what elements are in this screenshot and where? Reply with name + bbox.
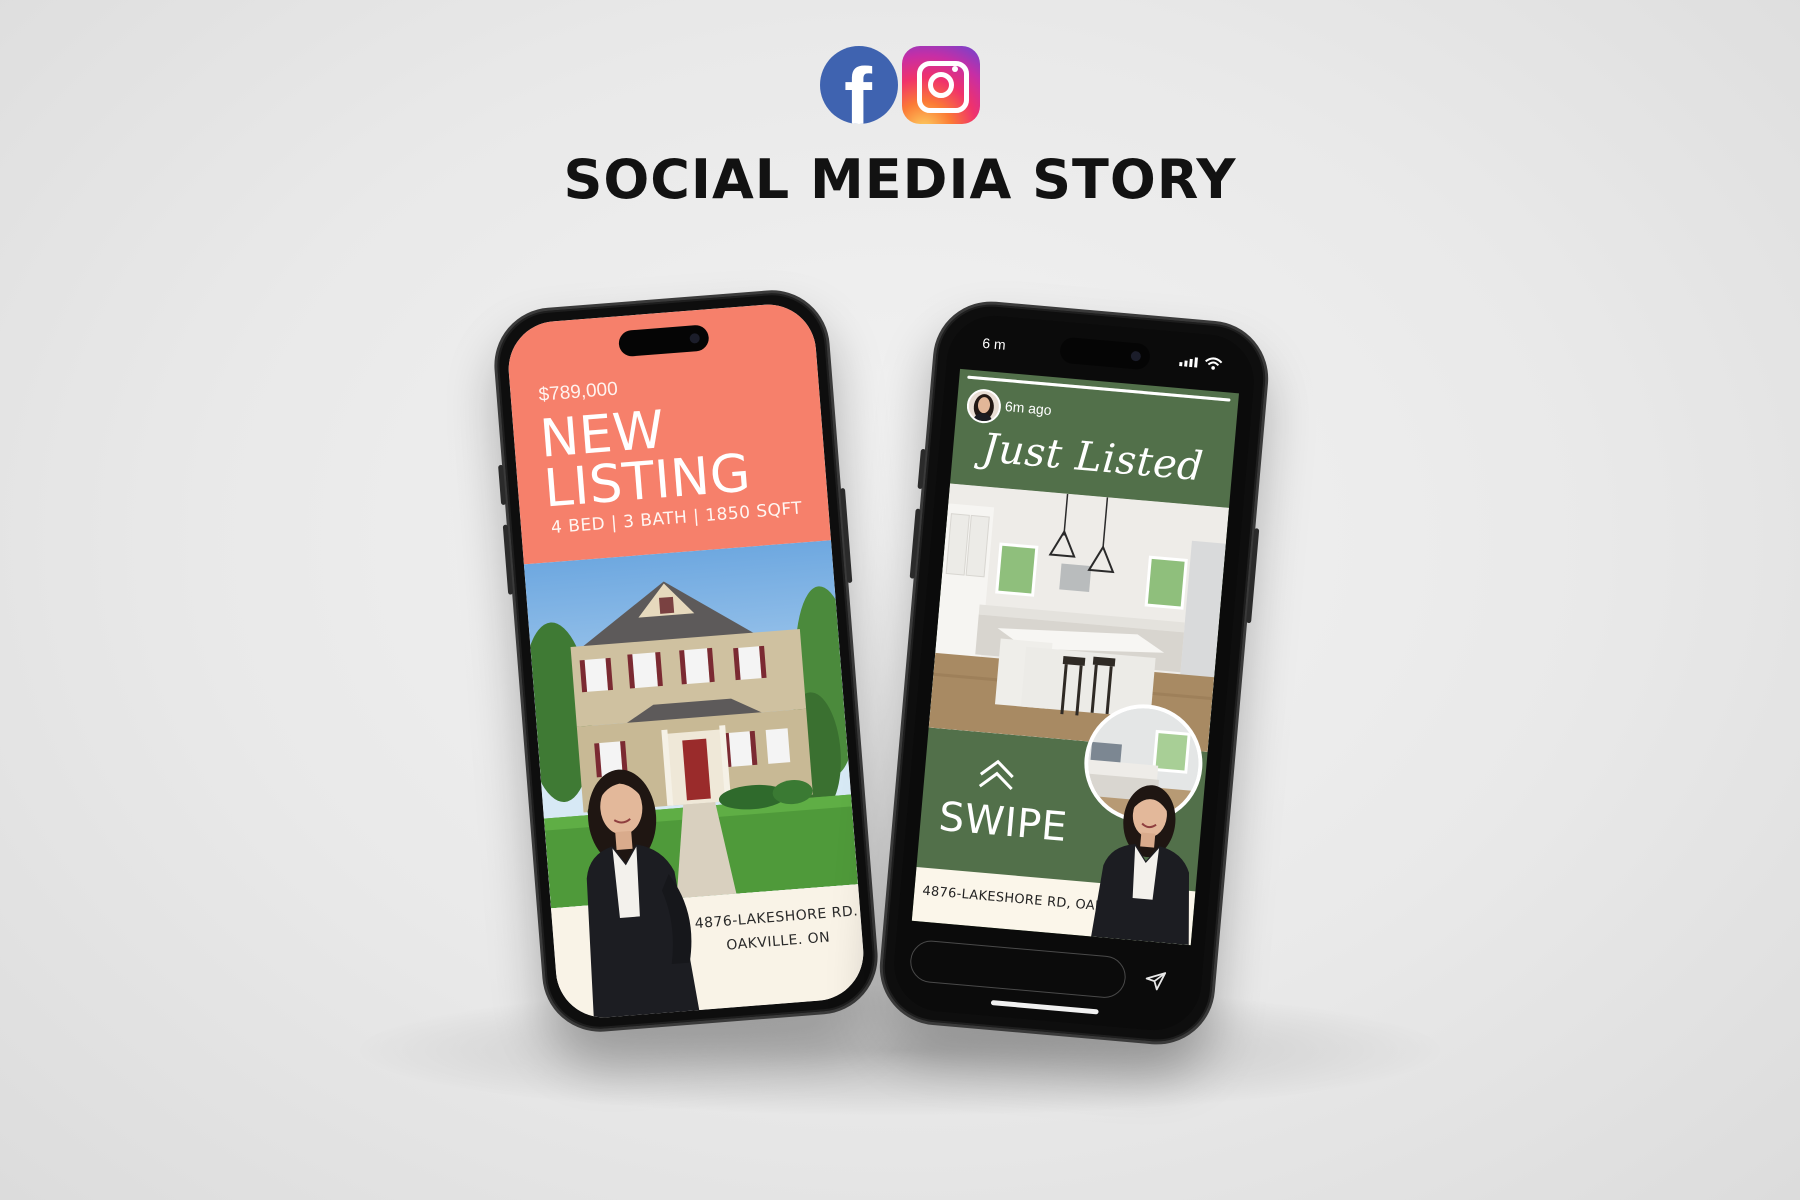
agent-photo xyxy=(1091,785,1190,946)
just-listed-title: Just Listed xyxy=(980,425,1206,491)
social-logos: f xyxy=(0,46,1800,124)
new-listing-headline: NEW LISTING xyxy=(538,399,753,519)
swipe-up-chevron-icon[interactable] xyxy=(973,754,1020,796)
home-indicator[interactable] xyxy=(990,1000,1099,1015)
agent-photo xyxy=(586,769,700,1021)
page-title: SOCIAL MEDIA STORY xyxy=(563,148,1237,211)
just-listed-story: 6 m 6m ago Just Listed SWIPE 4876-LAKESH… xyxy=(890,311,1258,1035)
right-phone-mockup: 6 m 6m ago Just Listed SWIPE 4876-LAKESH… xyxy=(875,296,1273,1050)
signal-icon xyxy=(1179,357,1198,368)
wifi-icon xyxy=(1205,357,1223,370)
kitchen-photo xyxy=(928,483,1229,752)
story-time-ago: 6m ago xyxy=(1004,398,1053,419)
reply-input[interactable] xyxy=(908,938,1128,1000)
new-listing-story: $789,000 NEW LISTING 4 BED | 3 BATH | 18… xyxy=(505,300,867,1022)
swipe-label[interactable]: SWIPE xyxy=(937,794,1069,851)
dynamic-island xyxy=(1059,336,1151,371)
facebook-letter: f xyxy=(844,51,872,124)
instagram-icon xyxy=(902,46,980,124)
story-card[interactable]: 6m ago Just Listed SWIPE 4876-LAKESHORE … xyxy=(911,368,1240,946)
facebook-icon: f xyxy=(820,46,898,124)
status-icons xyxy=(1179,357,1223,370)
send-icon[interactable] xyxy=(1143,967,1169,993)
status-bar-time: 6 m xyxy=(981,334,1007,353)
left-phone-mockup: $789,000 NEW LISTING 4 BED | 3 BATH | 18… xyxy=(490,285,882,1037)
avatar[interactable] xyxy=(965,387,1003,425)
